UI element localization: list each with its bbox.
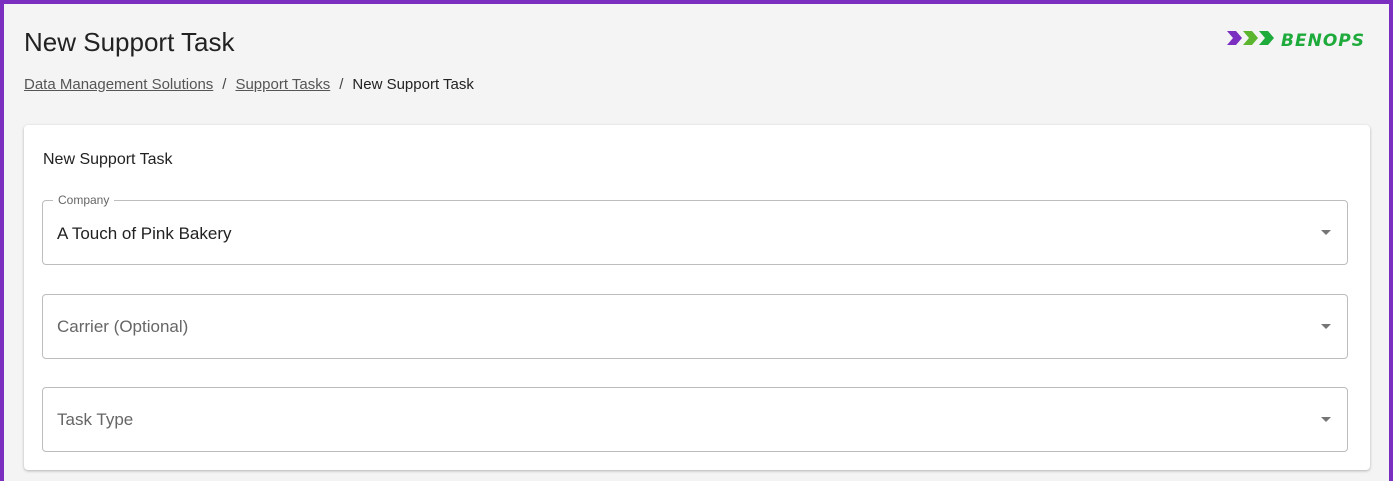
breadcrumb-current: New Support Task	[352, 76, 474, 93]
task-type-placeholder: Task Type	[57, 410, 134, 429]
dropdown-arrow-icon[interactable]	[1321, 230, 1331, 235]
triple-arrow-logo-icon	[1227, 28, 1275, 53]
dropdown-arrow-icon[interactable]	[1321, 324, 1331, 329]
breadcrumb-separator: /	[222, 76, 227, 93]
task-type-select[interactable]: Task Type	[42, 387, 1348, 452]
breadcrumb-link-support-tasks[interactable]: Support Tasks	[235, 75, 330, 95]
breadcrumb-separator: /	[339, 76, 344, 93]
page-title: New Support Task	[24, 27, 235, 57]
company-label: Company	[53, 193, 115, 207]
company-select[interactable]: Company A Touch of Pink Bakery	[42, 193, 1348, 265]
company-value: A Touch of Pink Bakery	[57, 224, 232, 243]
logo-text: BENOPS	[1281, 30, 1365, 51]
benops-logo: BENOPS	[1227, 28, 1365, 53]
carrier-select[interactable]: Carrier (Optional)	[42, 294, 1348, 359]
carrier-placeholder: Carrier (Optional)	[57, 317, 189, 336]
app-frame: New Support Task BENOPS Data Management …	[0, 0, 1393, 481]
breadcrumb-link-data-management-solutions[interactable]: Data Management Solutions	[24, 75, 213, 95]
breadcrumb: Data Management Solutions / Support Task…	[24, 75, 474, 95]
dropdown-arrow-icon[interactable]	[1321, 417, 1331, 422]
new-support-task-card: New Support Task Company A Touch of Pink…	[24, 125, 1370, 470]
card-title: New Support Task	[43, 151, 173, 168]
